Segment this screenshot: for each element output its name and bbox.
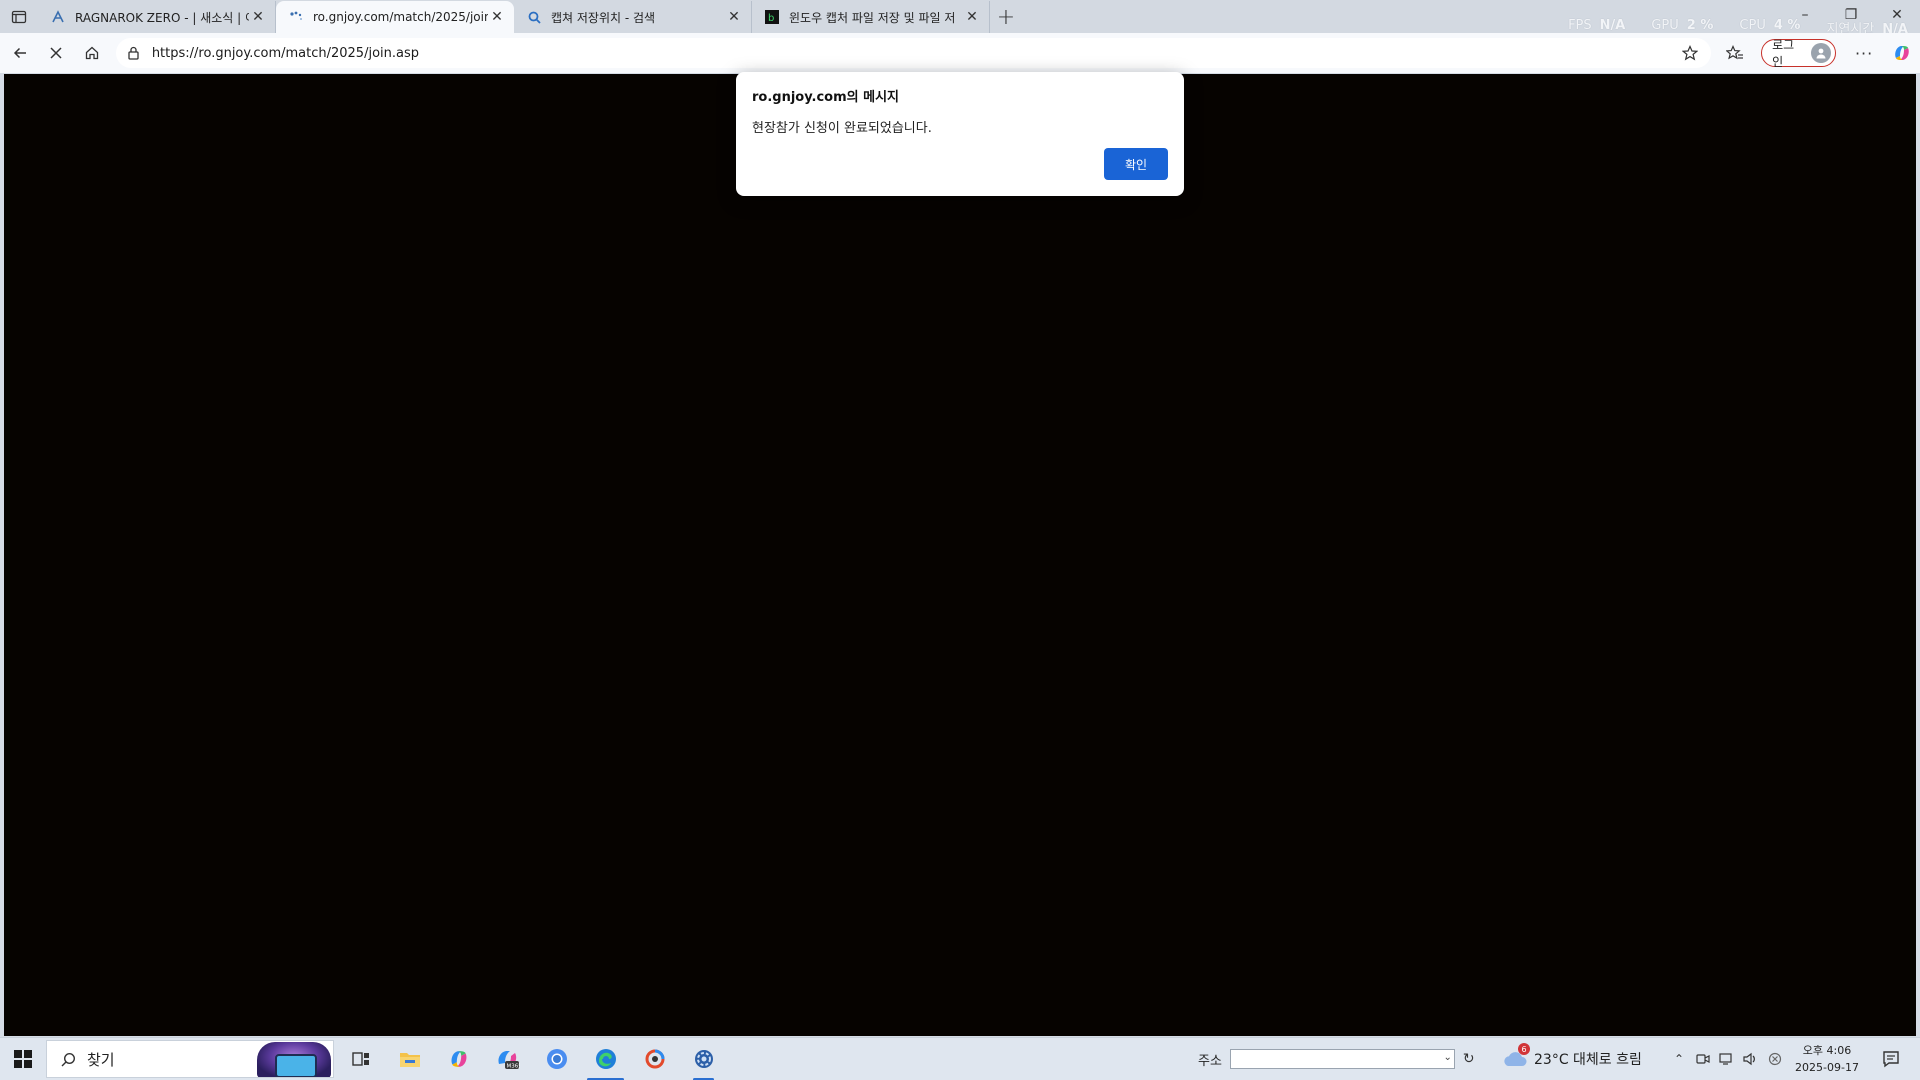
favorite-star-icon[interactable] xyxy=(1679,42,1701,64)
login-label: 로그인 xyxy=(1772,38,1795,69)
notification-center-button[interactable] xyxy=(1880,1048,1902,1070)
close-tab-icon[interactable]: ✕ xyxy=(725,8,743,26)
gear-icon xyxy=(694,1050,713,1068)
no-internet-icon[interactable] xyxy=(1766,1050,1784,1068)
home-icon xyxy=(85,46,98,60)
start-button[interactable] xyxy=(0,1038,46,1080)
more-options-button[interactable]: ··· xyxy=(1846,37,1882,69)
tab-actions-button[interactable] xyxy=(0,0,38,33)
notification-icon xyxy=(1883,1051,1899,1068)
back-button[interactable] xyxy=(2,37,38,69)
restore-icon: ❐ xyxy=(1844,7,1858,23)
copilot-icon xyxy=(451,1051,466,1067)
back-arrow-icon xyxy=(13,47,26,59)
copilot-app-button[interactable] xyxy=(434,1038,483,1080)
weather-alert-badge: 6 xyxy=(1518,1043,1530,1055)
clock-date: 2025-09-17 xyxy=(1795,1061,1859,1074)
favorites-button[interactable] xyxy=(1717,37,1753,69)
tab-title: ro.gnjoy.com/match/2025/join.asp xyxy=(313,10,488,24)
search-icon xyxy=(526,9,542,25)
dialog-message: 현장참가 신청이 완료되었습니다. xyxy=(752,121,932,136)
close-icon: ✕ xyxy=(1891,7,1903,23)
cloudy-weather-icon: 6 xyxy=(1502,1043,1530,1069)
windows-taskbar: 찾기 M365 주소 ⌄ xyxy=(0,1037,1920,1080)
loading-spinner-icon xyxy=(288,9,304,25)
minimize-button[interactable]: – xyxy=(1782,0,1828,30)
file-explorer-button[interactable] xyxy=(385,1038,434,1080)
ellipsis-icon: ··· xyxy=(1854,43,1874,63)
bing-favicon-icon: b xyxy=(764,9,780,25)
chrome-icon xyxy=(546,1049,567,1069)
copilot-icon xyxy=(1895,46,1909,60)
home-button[interactable] xyxy=(74,37,110,69)
stop-icon xyxy=(50,47,62,59)
profile-login-button[interactable]: 로그인 xyxy=(1761,38,1837,69)
address-bar[interactable]: https://ro.gnjoy.com/match/2025/join.asp xyxy=(115,38,1712,68)
copilot-button[interactable] xyxy=(1884,37,1920,69)
refresh-go-icon[interactable]: ↻ xyxy=(1463,1051,1475,1067)
tab-actions-icon xyxy=(11,10,27,23)
tab-search[interactable]: 캡쳐 저장위치 - 검색 ✕ xyxy=(514,1,752,33)
tab-bing-article[interactable]: b 윈도우 캡처 파일 저장 및 파일 저 ✕ xyxy=(752,1,990,33)
capture-app-button[interactable] xyxy=(630,1038,679,1080)
m365-app-button[interactable]: M365 xyxy=(483,1038,532,1080)
new-tab-button[interactable]: + xyxy=(990,1,1022,33)
capture-icon xyxy=(645,1049,664,1069)
tab-ragnarok[interactable]: RAGNAROK ZERO - | 새소식 | 이벤 ✕ xyxy=(38,1,276,33)
close-tab-icon[interactable]: ✕ xyxy=(963,8,981,26)
windows-logo-icon xyxy=(14,1050,32,1068)
weather-text: 23°C 대체로 흐림 xyxy=(1534,1052,1642,1068)
close-window-button[interactable]: ✕ xyxy=(1874,0,1920,30)
restore-button[interactable]: ❐ xyxy=(1828,0,1874,30)
search-label: 찾기 xyxy=(87,1050,115,1069)
tab-title: RAGNAROK ZERO - | 새소식 | 이벤 xyxy=(75,10,249,25)
stop-loading-button[interactable] xyxy=(38,37,74,69)
chrome-app-button[interactable] xyxy=(532,1038,581,1080)
browser-toolbar: https://ro.gnjoy.com/match/2025/join.asp… xyxy=(0,33,1920,73)
svg-text:M365: M365 xyxy=(506,1064,520,1070)
page-content-area xyxy=(4,74,1916,1036)
meet-camera-icon[interactable] xyxy=(1694,1050,1712,1068)
clock-time: 오후 4:06 xyxy=(1802,1044,1852,1057)
chevron-down-icon[interactable]: ⌄ xyxy=(1444,1052,1452,1063)
taskbar-search[interactable]: 찾기 xyxy=(46,1040,334,1078)
lock-icon[interactable] xyxy=(126,45,142,61)
tab-title: 캡쳐 저장위치 - 검색 xyxy=(551,10,656,25)
tab-strip: RAGNAROK ZERO - | 새소식 | 이벤 ✕ ro.gnjoy.co… xyxy=(0,0,1920,37)
tab-join-page[interactable]: ro.gnjoy.com/match/2025/join.asp ✕ xyxy=(276,1,514,33)
address-toolbar-input[interactable]: ⌄ xyxy=(1229,1049,1455,1069)
address-toolbar: 주소 ⌄ ↻ xyxy=(1198,1044,1475,1074)
window-controls: – ❐ ✕ xyxy=(1782,0,1920,30)
chevron-up-icon[interactable]: ⌃ xyxy=(1670,1050,1688,1068)
search-highlight-image xyxy=(257,1042,331,1077)
weather-widget[interactable]: 6 23°C 대체로 흐림 xyxy=(1502,1043,1642,1074)
favorites-icon xyxy=(1726,45,1744,60)
close-tab-icon[interactable]: ✕ xyxy=(249,8,267,26)
ok-button[interactable]: 확인 xyxy=(1104,148,1168,180)
avatar-icon xyxy=(1811,43,1832,63)
address-toolbar-label: 주소 xyxy=(1198,1053,1222,1069)
edge-icon xyxy=(595,1049,616,1069)
search-icon xyxy=(59,1050,77,1068)
edge-app-button[interactable] xyxy=(581,1038,630,1080)
folder-icon xyxy=(399,1053,420,1067)
gear-app-button[interactable] xyxy=(679,1038,728,1080)
system-tray: ⌃ xyxy=(1670,1044,1784,1074)
network-icon[interactable] xyxy=(1718,1050,1736,1068)
ragnarok-favicon-icon xyxy=(50,9,66,25)
close-tab-icon[interactable]: ✕ xyxy=(488,8,506,26)
alert-dialog: ro.gnjoy.com의 메시지 현장참가 신청이 완료되었습니다. 확인 xyxy=(736,72,1184,196)
m365-icon: M365 xyxy=(497,1051,520,1070)
task-view-icon xyxy=(351,1052,369,1066)
system-clock[interactable]: 오후 4:06 2025-09-17 xyxy=(1792,1042,1862,1076)
volume-icon[interactable] xyxy=(1742,1050,1760,1068)
minimize-icon: – xyxy=(1801,7,1809,23)
tab-title: 윈도우 캡처 파일 저장 및 파일 저 xyxy=(789,10,956,25)
svg-text:b: b xyxy=(768,13,774,24)
url-text: https://ro.gnjoy.com/match/2025/join.asp xyxy=(151,45,419,61)
plus-icon: + xyxy=(996,4,1016,30)
dialog-title: ro.gnjoy.com의 메시지 xyxy=(752,90,899,105)
task-view-button[interactable] xyxy=(336,1038,385,1080)
